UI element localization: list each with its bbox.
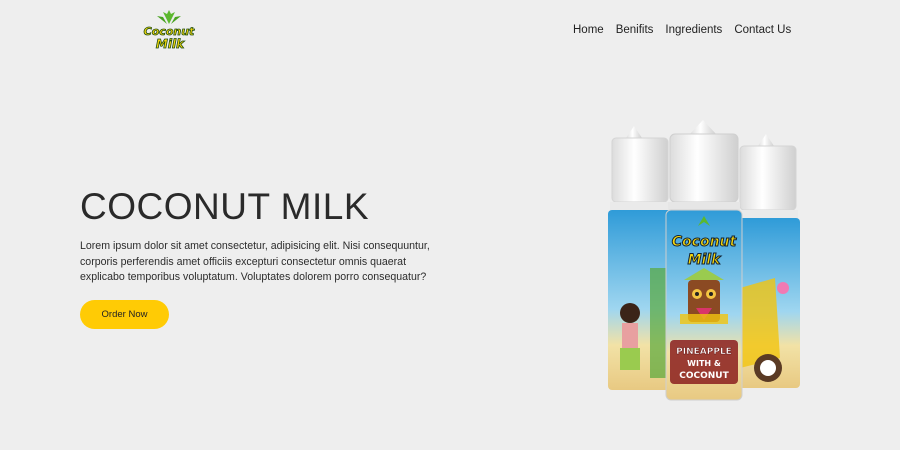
bottle-right [736,134,800,388]
hero-title: COCONUT MILK [80,186,370,227]
bottle-left [608,126,672,390]
bottle-center: Coconut Milk PINEAPPLE WITH & COCONUT [665,120,743,401]
brand-logo[interactable]: Coconut Milk [143,10,195,54]
hero-description: Lorem ipsum dolor sit amet consectetur, … [80,240,430,283]
label-brand-2: Milk [688,252,723,268]
label-flavor-2: WITH & [687,359,721,368]
label-flavor-3: COCONUT [679,371,729,381]
nav-contact[interactable]: Contact Us [734,24,791,36]
logo-word-2: Milk [156,37,185,51]
nav-home[interactable]: Home [573,24,604,36]
nav-ingredients[interactable]: Ingredients [665,24,722,36]
order-now-button[interactable]: Order Now [80,300,169,329]
product-bottles-image: Coconut Milk PINEAPPLE WITH & COCONUT [608,120,800,401]
main-nav: Home Benifits Ingredients Contact Us [573,24,791,36]
label-flavor-1: PINEAPPLE [676,347,732,357]
nav-benefits[interactable]: Benifits [616,24,654,36]
leaf-crown-icon [157,10,181,24]
label-brand-1: Coconut [672,234,738,250]
